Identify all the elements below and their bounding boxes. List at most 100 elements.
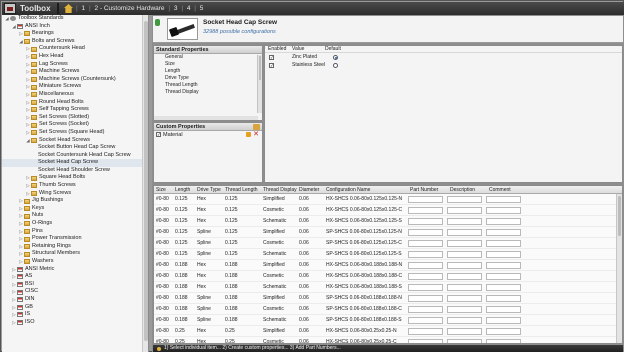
home-icon[interactable] xyxy=(64,4,73,13)
table-row[interactable]: #0-80 0.125 Spline 0.125 Schematic 0.06 SP-SHC… xyxy=(154,249,622,260)
description-input[interactable] xyxy=(447,327,482,335)
comment-input[interactable] xyxy=(486,338,521,343)
description-input[interactable] xyxy=(447,338,482,343)
col-diameter[interactable]: Diameter xyxy=(297,186,324,193)
col-drive-type[interactable]: Drive Type xyxy=(195,186,223,193)
tree-scrollbar[interactable] xyxy=(142,15,148,352)
part-number-input[interactable] xyxy=(408,272,443,280)
table-row[interactable]: #0-80 0.125 Hex 0.125 Cosmetic 0.06 HX-SHCS 0.… xyxy=(154,205,622,216)
tree-item[interactable]: ▷ Self Tapping Screws xyxy=(2,106,148,114)
tree-scroll-thumb[interactable] xyxy=(144,21,148,341)
comment-input[interactable] xyxy=(486,206,521,214)
tree-item[interactable]: Socket Button Head Cap Screw xyxy=(2,144,148,152)
col-part-number[interactable]: Part Number xyxy=(408,186,448,193)
material-value-row[interactable]: ✓ Stainless Steel xyxy=(265,61,622,69)
part-number-input[interactable] xyxy=(408,305,443,313)
tree-item[interactable]: ▷ GB xyxy=(2,304,148,312)
default-radio[interactable] xyxy=(333,62,338,68)
standard-property-item[interactable]: Thread Length xyxy=(154,82,262,89)
description-input[interactable] xyxy=(447,217,482,225)
part-number-input[interactable] xyxy=(408,316,443,324)
table-row[interactable]: #0-80 0.188 Spline 0.188 Simplified 0.06 SP-SH… xyxy=(154,293,622,304)
table-row[interactable]: #0-80 0.125 Spline 0.125 Cosmetic 0.06 SP-SHCS… xyxy=(154,238,622,249)
description-input[interactable] xyxy=(447,239,482,247)
tree-item[interactable]: ▷ Wing Screws xyxy=(2,190,148,198)
tree-item[interactable]: ▷ Miscellaneous xyxy=(2,91,148,99)
tree-item[interactable]: ▷ Set Screws (Slotted) xyxy=(2,114,148,122)
description-input[interactable] xyxy=(447,305,482,313)
tree-item[interactable]: ▷ Hex Head xyxy=(2,53,148,61)
tree-item[interactable]: ▷ Pins xyxy=(2,228,148,236)
description-input[interactable] xyxy=(447,283,482,291)
tree-item[interactable]: ▷ Countersunk Head xyxy=(2,45,148,53)
part-number-input[interactable] xyxy=(408,217,443,225)
tree-item[interactable]: ▷ IS xyxy=(2,311,148,319)
tree-item[interactable]: Socket Head Cap Screw xyxy=(2,159,148,167)
part-number-input[interactable] xyxy=(408,206,443,214)
tree-item[interactable]: ▷ Set Screws (Socket) xyxy=(2,121,148,129)
col-size[interactable]: Size xyxy=(154,186,173,193)
standard-property-item[interactable]: General xyxy=(154,54,262,61)
step-3-link[interactable]: 3 xyxy=(174,5,178,12)
enabled-checkbox[interactable]: ✓ xyxy=(269,54,274,60)
tree-item[interactable]: ▷ ISO xyxy=(2,319,148,327)
standard-property-item[interactable]: Drive Type xyxy=(154,75,262,82)
comment-input[interactable] xyxy=(486,305,521,313)
tree-item[interactable]: Socket Countersunk Head Cap Screw xyxy=(2,152,148,160)
comment-input[interactable] xyxy=(486,195,521,203)
tree-item[interactable]: ▷ Square Head Bolts xyxy=(2,174,148,182)
part-number-input[interactable] xyxy=(408,283,443,291)
tree-item[interactable]: Socket Head Shoulder Screw xyxy=(2,167,148,175)
part-number-input[interactable] xyxy=(408,228,443,236)
part-number-input[interactable] xyxy=(408,195,443,203)
standard-properties-hscrollbar[interactable] xyxy=(154,116,258,120)
tree-item[interactable]: ▷ O-Rings xyxy=(2,220,148,228)
tree-item[interactable]: ▷ ANSI Metric xyxy=(2,266,148,274)
comment-input[interactable] xyxy=(486,228,521,236)
table-row[interactable]: #0-80 0.188 Hex 0.188 Simplified 0.06 HX-SHCS … xyxy=(154,260,622,271)
table-row[interactable]: #0-80 0.25 Hex 0.25 Simplified 0.06 HX-SHCS 0.… xyxy=(154,326,622,337)
description-input[interactable] xyxy=(447,261,482,269)
grid-scroll-thumb[interactable] xyxy=(618,196,621,236)
standard-property-item[interactable]: Thread Display xyxy=(154,89,262,96)
part-number-input[interactable] xyxy=(408,239,443,247)
tree-item[interactable]: ▷ Retaining Rings xyxy=(2,243,148,251)
step-1-link[interactable]: 1 xyxy=(82,5,86,12)
table-row[interactable]: #0-80 0.125 Hex 0.125 Simplified 0.06 HX-SHCS … xyxy=(154,194,622,205)
comment-input[interactable] xyxy=(486,239,521,247)
standard-properties-scrollbar[interactable] xyxy=(257,55,262,113)
standard-property-item[interactable]: Size xyxy=(154,61,262,68)
enabled-checkbox[interactable]: ✓ xyxy=(269,62,274,68)
part-number-input[interactable] xyxy=(408,338,443,343)
table-row[interactable]: #0-80 0.188 Hex 0.188 Cosmetic 0.06 HX-SHCS 0.… xyxy=(154,271,622,282)
part-number-input[interactable] xyxy=(408,261,443,269)
part-number-input[interactable] xyxy=(408,327,443,335)
col-thread-display[interactable]: Thread Display xyxy=(261,186,297,193)
tree-item[interactable]: ◢ Toolbox Standards xyxy=(2,15,148,23)
comment-input[interactable] xyxy=(486,272,521,280)
edit-pencil-icon[interactable] xyxy=(246,132,252,137)
comment-input[interactable] xyxy=(486,294,521,302)
comment-input[interactable] xyxy=(486,316,521,324)
tree-item[interactable]: ▷ Lag Screws xyxy=(2,61,148,69)
default-radio[interactable] xyxy=(333,54,338,60)
col-length[interactable]: Length xyxy=(173,186,195,193)
col-comment[interactable]: Comment xyxy=(487,186,527,193)
tree-item[interactable]: ▷ Bearings xyxy=(2,30,148,38)
table-row[interactable]: #0-80 0.188 Hex 0.188 Schematic 0.06 HX-SHCS 0… xyxy=(154,282,622,293)
table-row[interactable]: #0-80 0.188 Spline 0.188 Cosmetic 0.06 SP-SHCS… xyxy=(154,304,622,315)
description-input[interactable] xyxy=(447,195,482,203)
grid-scrollbar[interactable] xyxy=(616,194,622,343)
description-input[interactable] xyxy=(447,250,482,258)
tree-item[interactable]: ▷ Washers xyxy=(2,258,148,266)
material-checkbox[interactable]: ✓ xyxy=(156,132,161,137)
col-description[interactable]: Description xyxy=(448,186,487,193)
col-configuration-name[interactable]: Configuration Name xyxy=(324,186,408,193)
tree-item[interactable]: ▷ Nuts xyxy=(2,212,148,220)
comment-input[interactable] xyxy=(486,327,521,335)
tree-item[interactable]: ▷ Structural Members xyxy=(2,250,148,258)
tree-item[interactable]: ▷ Power Transmission xyxy=(2,235,148,243)
description-input[interactable] xyxy=(447,294,482,302)
table-row[interactable]: #0-80 0.125 Hex 0.125 Schematic 0.06 HX-SHCS 0… xyxy=(154,216,622,227)
scroll-thumb[interactable] xyxy=(259,56,261,80)
